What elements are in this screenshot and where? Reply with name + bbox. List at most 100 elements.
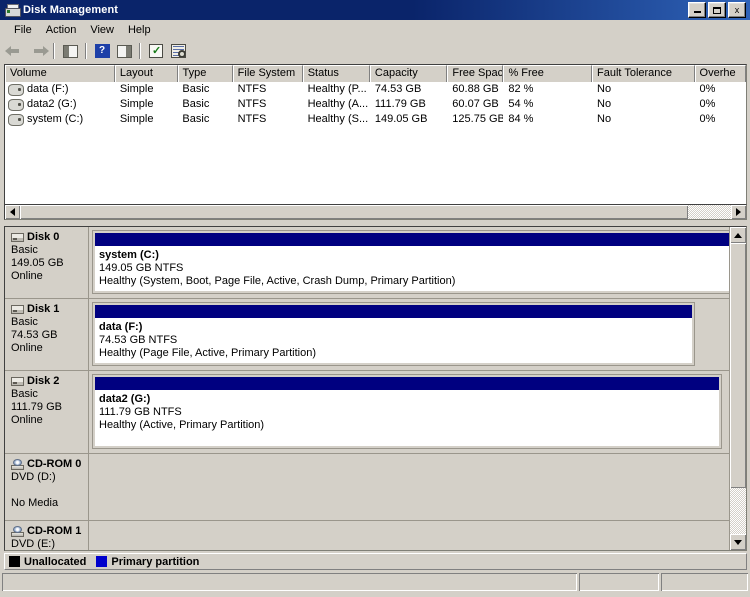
- show-hide-console-tree-button[interactable]: [59, 41, 81, 62]
- volume-drive-icon: [8, 98, 24, 111]
- disk-row-0[interactable]: Disk 0 Basic 149.05 GB Online system (C:) 149…: [5, 227, 729, 299]
- table-row[interactable]: system (C:) Simple Basic NTFS Healthy (S... 1…: [5, 112, 746, 127]
- volume-list-rows: data (F:) Simple Basic NTFS Healthy (P... 74.…: [5, 82, 746, 127]
- cell-free_space: 60.88 GB: [452, 83, 499, 95]
- cell-volume: data2 (G:): [5, 97, 115, 112]
- column-header-2[interactable]: Type: [177, 65, 233, 82]
- vscroll-track[interactable]: [730, 243, 746, 534]
- disk-body-4: [89, 521, 729, 550]
- back-button[interactable]: [5, 41, 27, 62]
- partition-name: data2 (G:): [99, 393, 151, 405]
- volume-drive-icon: [8, 83, 24, 96]
- partition-block[interactable]: data (F:) 74.53 GB NTFS Healthy (Page File…: [93, 303, 694, 365]
- help-button[interactable]: ?: [91, 41, 113, 62]
- action-pane-icon: [116, 44, 132, 58]
- hscroll-thumb[interactable]: [20, 205, 688, 219]
- rescan-disks-button[interactable]: [167, 41, 189, 62]
- cell-status: Healthy (A...: [307, 98, 369, 110]
- partition-info: data2 (G:) 111.79 GB NTFS Healthy (Active,…: [95, 390, 719, 432]
- disk-row-1[interactable]: Disk 1 Basic 74.53 GB Online data (F:) 74.53 …: [5, 299, 729, 371]
- disk-body-0: system (C:) 149.05 GB NTFS Healthy (System…: [89, 227, 729, 298]
- column-header-0[interactable]: Volume: [5, 65, 115, 82]
- partition-status: Healthy (Active, Primary Partition): [99, 419, 265, 431]
- hscroll-track[interactable]: [20, 205, 731, 219]
- column-header-4[interactable]: Status: [302, 65, 370, 82]
- toolbar: ? ✓: [1, 39, 749, 63]
- volume-label: data (F:): [27, 83, 69, 95]
- cell-fault_tolerance: No: [597, 113, 612, 125]
- menu-item-view[interactable]: View: [83, 22, 121, 38]
- disk-state: Online: [11, 270, 43, 282]
- column-header-8[interactable]: Fault Tolerance: [592, 65, 695, 82]
- table-row[interactable]: data (F:) Simple Basic NTFS Healthy (P... 74.…: [5, 82, 746, 97]
- close-button[interactable]: x: [728, 2, 746, 18]
- cell-percent_free: 82 %: [508, 83, 534, 95]
- disk-header-2[interactable]: Disk 2 Basic 111.79 GB Online: [5, 371, 89, 453]
- disk-type: Basic: [11, 316, 38, 328]
- cell-type: Basic: [182, 98, 210, 110]
- cell-percent_free: 84 %: [508, 113, 534, 125]
- vscroll-thumb[interactable]: [730, 243, 746, 488]
- maximize-button[interactable]: [708, 2, 726, 18]
- refresh-button[interactable]: ✓: [145, 41, 167, 62]
- partition-color-bar: [95, 305, 692, 318]
- refresh-icon: ✓: [149, 44, 163, 58]
- cell-volume: system (C:): [5, 112, 115, 127]
- partition-block[interactable]: data2 (G:) 111.79 GB NTFS Healthy (Active,…: [93, 375, 721, 448]
- vscroll-up-button[interactable]: [730, 227, 746, 243]
- menu-item-action[interactable]: Action: [39, 22, 84, 38]
- disk-header-3[interactable]: CD-ROM 0 DVD (D:) No Media: [5, 454, 89, 520]
- disk-header-1[interactable]: Disk 1 Basic 74.53 GB Online: [5, 299, 89, 370]
- disk-header-4[interactable]: CD-ROM 1 DVD (E:): [5, 521, 89, 550]
- column-header-6[interactable]: Free Space: [447, 65, 504, 82]
- disk-row-4[interactable]: CD-ROM 1 DVD (E:): [5, 521, 729, 550]
- show-hide-action-pane-button[interactable]: [113, 41, 135, 62]
- partition-name: system (C:): [99, 249, 159, 261]
- volume-label: data2 (G:): [27, 98, 77, 110]
- toolbar-separator-3: [139, 43, 141, 59]
- close-icon: x: [734, 4, 740, 15]
- disk-row-3[interactable]: CD-ROM 0 DVD (D:) No Media: [5, 454, 729, 521]
- column-header-3[interactable]: File System: [232, 65, 303, 82]
- hscroll-right-button[interactable]: [731, 205, 746, 219]
- cell-capacity: 149.05 GB: [374, 113, 428, 125]
- cell-free_space: 60.07 GB: [452, 98, 499, 110]
- cell-fault_tolerance: No: [597, 98, 612, 110]
- window-controls: x: [688, 2, 746, 18]
- volume-drive-icon: [8, 113, 24, 126]
- partition-block[interactable]: system (C:) 149.05 GB NTFS Healthy (System…: [93, 231, 729, 293]
- disk-name: Disk 2: [27, 375, 60, 387]
- hscroll-left-button[interactable]: [5, 205, 20, 219]
- disk-body-2: data2 (G:) 111.79 GB NTFS Healthy (Active,…: [89, 371, 729, 453]
- partition-name: data (F:): [99, 321, 143, 333]
- status-bar: [2, 573, 748, 593]
- disk-pane-vscrollbar[interactable]: [729, 227, 746, 550]
- disk-header-0[interactable]: Disk 0 Basic 149.05 GB Online: [5, 227, 89, 298]
- volume-list-header: Volume Layout Type File System Status Capacit…: [5, 65, 746, 82]
- disk-body-1: data (F:) 74.53 GB NTFS Healthy (Page File…: [89, 299, 729, 370]
- disk-type: DVD (D:): [11, 471, 56, 483]
- table-row[interactable]: data2 (G:) Simple Basic NTFS Healthy (A... 11…: [5, 97, 746, 112]
- column-header-9[interactable]: Overhe: [694, 65, 746, 82]
- minimize-button[interactable]: [688, 2, 706, 18]
- legend-item-primary-partition: Primary partition: [96, 556, 199, 568]
- disk-graphical-pane: Disk 0 Basic 149.05 GB Online system (C:) 149…: [4, 226, 747, 551]
- cell-volume: data (F:): [5, 82, 115, 97]
- menu-item-help[interactable]: Help: [121, 22, 158, 38]
- column-header-7[interactable]: % Free: [503, 65, 593, 82]
- partition-size: 149.05 GB NTFS: [99, 262, 184, 274]
- disk-size: 74.53 GB: [11, 329, 58, 341]
- console-tree-icon: [62, 44, 78, 58]
- forward-button[interactable]: [27, 41, 49, 62]
- menu-item-file[interactable]: File: [7, 22, 39, 38]
- hard-disk-icon: [11, 304, 24, 314]
- hard-disk-icon: [11, 232, 24, 242]
- column-header-1[interactable]: Layout: [114, 65, 178, 82]
- volume-list-hscrollbar[interactable]: [4, 204, 747, 220]
- partition-size: 74.53 GB NTFS: [99, 334, 178, 346]
- column-header-5[interactable]: Capacity: [369, 65, 448, 82]
- partition-status: Healthy (System, Boot, Page File, Active…: [99, 275, 456, 287]
- disk-row-2[interactable]: Disk 2 Basic 111.79 GB Online data2 (G:) 111.…: [5, 371, 729, 454]
- disk-type: Basic: [11, 244, 38, 256]
- vscroll-down-button[interactable]: [730, 534, 746, 550]
